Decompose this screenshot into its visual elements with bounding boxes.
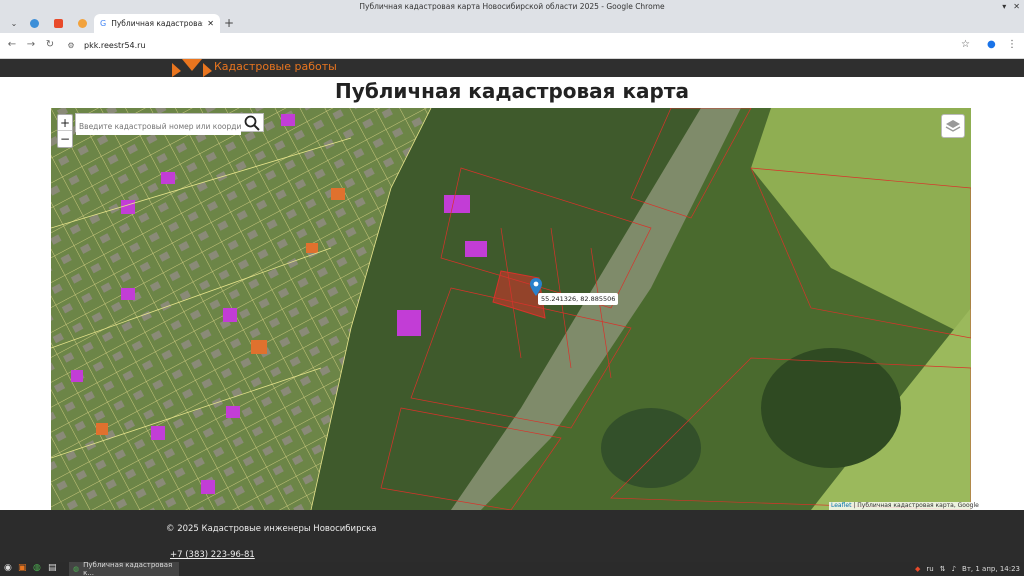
site-info-icon[interactable]: ⚙: [64, 41, 78, 50]
tab-pinned-2[interactable]: [48, 14, 68, 33]
menu-icon[interactable]: ⋮: [1007, 39, 1017, 50]
taskbar-app-chrome[interactable]: ◍ Публичная кадастровая к...: [69, 561, 179, 577]
taskbar-app-label: Публичная кадастровая к...: [83, 561, 173, 577]
keyboard-layout[interactable]: ru: [926, 565, 933, 573]
tab-label: Публичная кадастровая карта: [111, 19, 204, 28]
back-icon[interactable]: ←: [5, 39, 19, 50]
map-view[interactable]: [51, 108, 971, 510]
network-icon[interactable]: ⇅: [940, 565, 946, 573]
layers-control[interactable]: [941, 114, 965, 138]
google-icon: G: [100, 19, 107, 28]
files-icon[interactable]: ▣: [18, 563, 27, 573]
close-icon[interactable]: ✕: [1013, 0, 1020, 14]
tab-pinned-1[interactable]: [24, 14, 44, 33]
satellite-imagery: [51, 108, 971, 510]
footer-copyright: © 2025 Кадастровые инженеры Новосибирска: [166, 524, 377, 534]
zoom-out-button[interactable]: −: [58, 131, 72, 147]
chrome-icon[interactable]: ◍: [33, 563, 41, 573]
leaflet-link[interactable]: Leaflet: [831, 502, 851, 509]
site-footer: © 2025 Кадастровые инженеры Новосибирска…: [0, 510, 1024, 562]
minimize-icon[interactable]: ▾: [1002, 0, 1006, 14]
tab-search-button[interactable]: ⌄: [4, 14, 24, 33]
search-input[interactable]: [76, 118, 241, 135]
new-tab-button[interactable]: +: [224, 14, 234, 33]
pdf-icon: [53, 19, 63, 28]
tab-pinned-3[interactable]: [72, 14, 92, 33]
address-bar: ← → ↻ ⚙ pkk.reestr54.ru ☆ ● ⋮: [0, 33, 1024, 59]
page-title: Публичная кадастровая карта: [335, 79, 689, 103]
site-header: Кадастровые работы: [0, 59, 1024, 77]
window-titlebar: Публичная кадастровая карта Новосибирско…: [0, 0, 1024, 14]
tray-app-icon[interactable]: ◆: [915, 565, 920, 573]
map-search: [75, 113, 264, 135]
reload-icon[interactable]: ↻: [43, 39, 57, 50]
logo-text[interactable]: Кадастровые работы: [214, 60, 337, 73]
site-icon: [77, 19, 87, 28]
map-attribution: Leaflet | Публичная кадастровая карта, G…: [829, 502, 981, 510]
volume-icon[interactable]: ♪: [952, 565, 956, 573]
forward-icon[interactable]: →: [24, 39, 38, 50]
profile-icon[interactable]: ●: [987, 39, 996, 50]
bookmark-star-icon[interactable]: ☆: [961, 39, 970, 50]
url-field[interactable]: pkk.reestr54.ru: [84, 41, 146, 50]
tab-close-icon[interactable]: ✕: [207, 19, 214, 28]
zoom-in-button[interactable]: +: [58, 115, 72, 131]
search-icon[interactable]: [244, 115, 260, 131]
start-menu-icon[interactable]: ◉: [4, 563, 12, 573]
clock[interactable]: Вт, 1 апр, 14:23: [962, 565, 1020, 573]
edge-icon: [29, 19, 39, 28]
os-taskbar: ◉ ▣ ◍ ▤ ◍ Публичная кадастровая к... ◆ r…: [0, 561, 1024, 577]
logo-icon: [172, 59, 212, 77]
window-title: Публичная кадастровая карта Новосибирско…: [359, 2, 665, 11]
app-chrome-icon: ◍: [73, 565, 80, 573]
text-editor-icon[interactable]: ▤: [48, 563, 57, 573]
zoom-control: + −: [57, 114, 73, 148]
layers-icon: [945, 120, 961, 132]
coordinates-popup: 55.241326, 82.885506: [538, 293, 619, 305]
attribution-text: | Публичная кадастровая карта, Google: [851, 502, 979, 509]
tab-active[interactable]: G Публичная кадастровая карта ✕: [94, 14, 220, 33]
footer-phone-link[interactable]: +7 (383) 223-96-81: [170, 550, 255, 560]
tab-strip: ⌄ G Публичная кадастровая карта ✕ +: [0, 14, 1024, 33]
